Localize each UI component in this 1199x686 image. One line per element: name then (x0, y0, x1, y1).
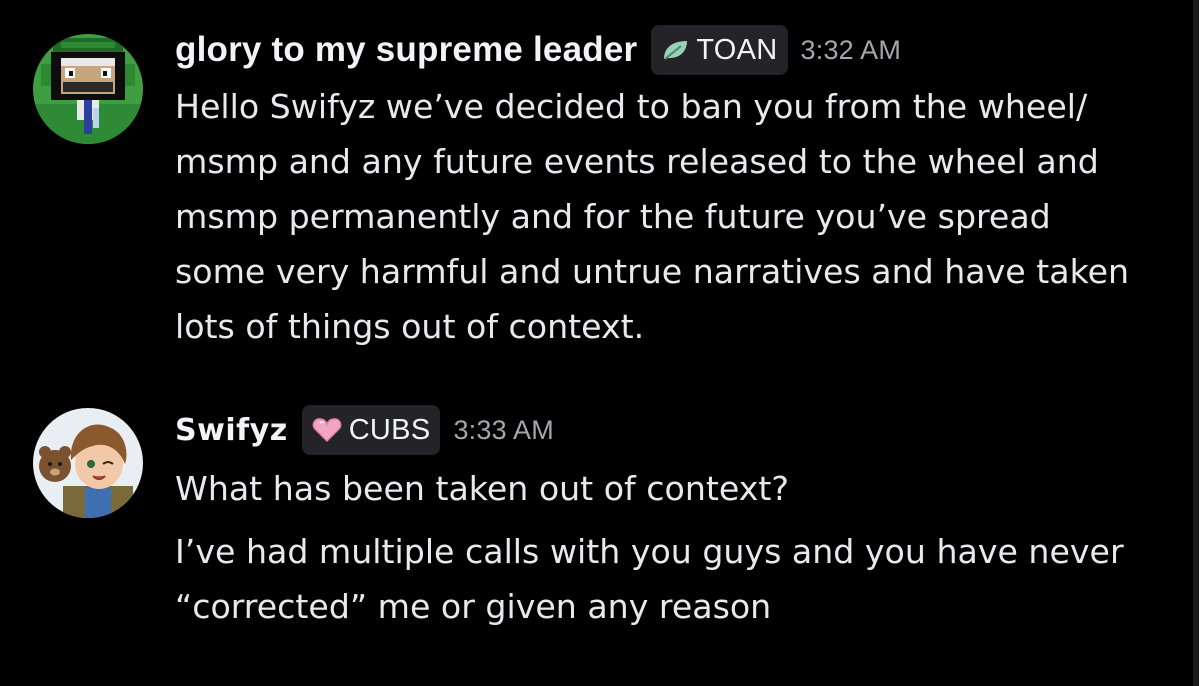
green-cap-character-icon (33, 34, 143, 144)
server-tag[interactable]: TOAN (651, 25, 788, 75)
message-line: Hello Swifyz we’ve decided to ban you fr… (175, 87, 1088, 126)
leaf-icon (664, 41, 688, 60)
avatar[interactable] (33, 34, 143, 144)
username[interactable]: glory to my supreme leader (175, 30, 637, 70)
username[interactable]: Swifyz (175, 413, 288, 448)
message-header: glory to my supreme leader TOAN 3:32 AM (175, 22, 901, 78)
message-line: some very harmful and untrue narratives … (175, 252, 1130, 291)
message-header: Swifyz CUBS 3:33 AM (175, 402, 554, 458)
heart-icon (312, 418, 342, 443)
brown-hair-character-with-teddy-bear-icon (33, 408, 143, 518)
server-tag[interactable]: CUBS (301, 405, 441, 455)
timestamp[interactable]: 3:32 AM (801, 35, 901, 66)
message-line: “corrected” me or given any reason (175, 587, 772, 626)
message-line: msmp permanently and for the future you’… (175, 197, 1051, 236)
message-content: Hello Swifyz we’ve decided to ban you fr… (175, 79, 1185, 354)
tag-label: TOAN (696, 33, 778, 66)
message-content: What has been taken out of context? I’ve… (175, 461, 1185, 634)
timestamp[interactable]: 3:33 AM (453, 415, 553, 446)
scrollbar-track[interactable] (1193, 0, 1199, 686)
message-line: I’ve had multiple calls with you guys an… (175, 532, 1124, 571)
message-line: msmp and any future events released to t… (175, 142, 1099, 181)
avatar[interactable] (33, 408, 143, 518)
message-line: What has been taken out of context? (175, 469, 789, 508)
message-line: lots of things out of context. (175, 307, 645, 346)
tag-label: CUBS (348, 413, 431, 446)
